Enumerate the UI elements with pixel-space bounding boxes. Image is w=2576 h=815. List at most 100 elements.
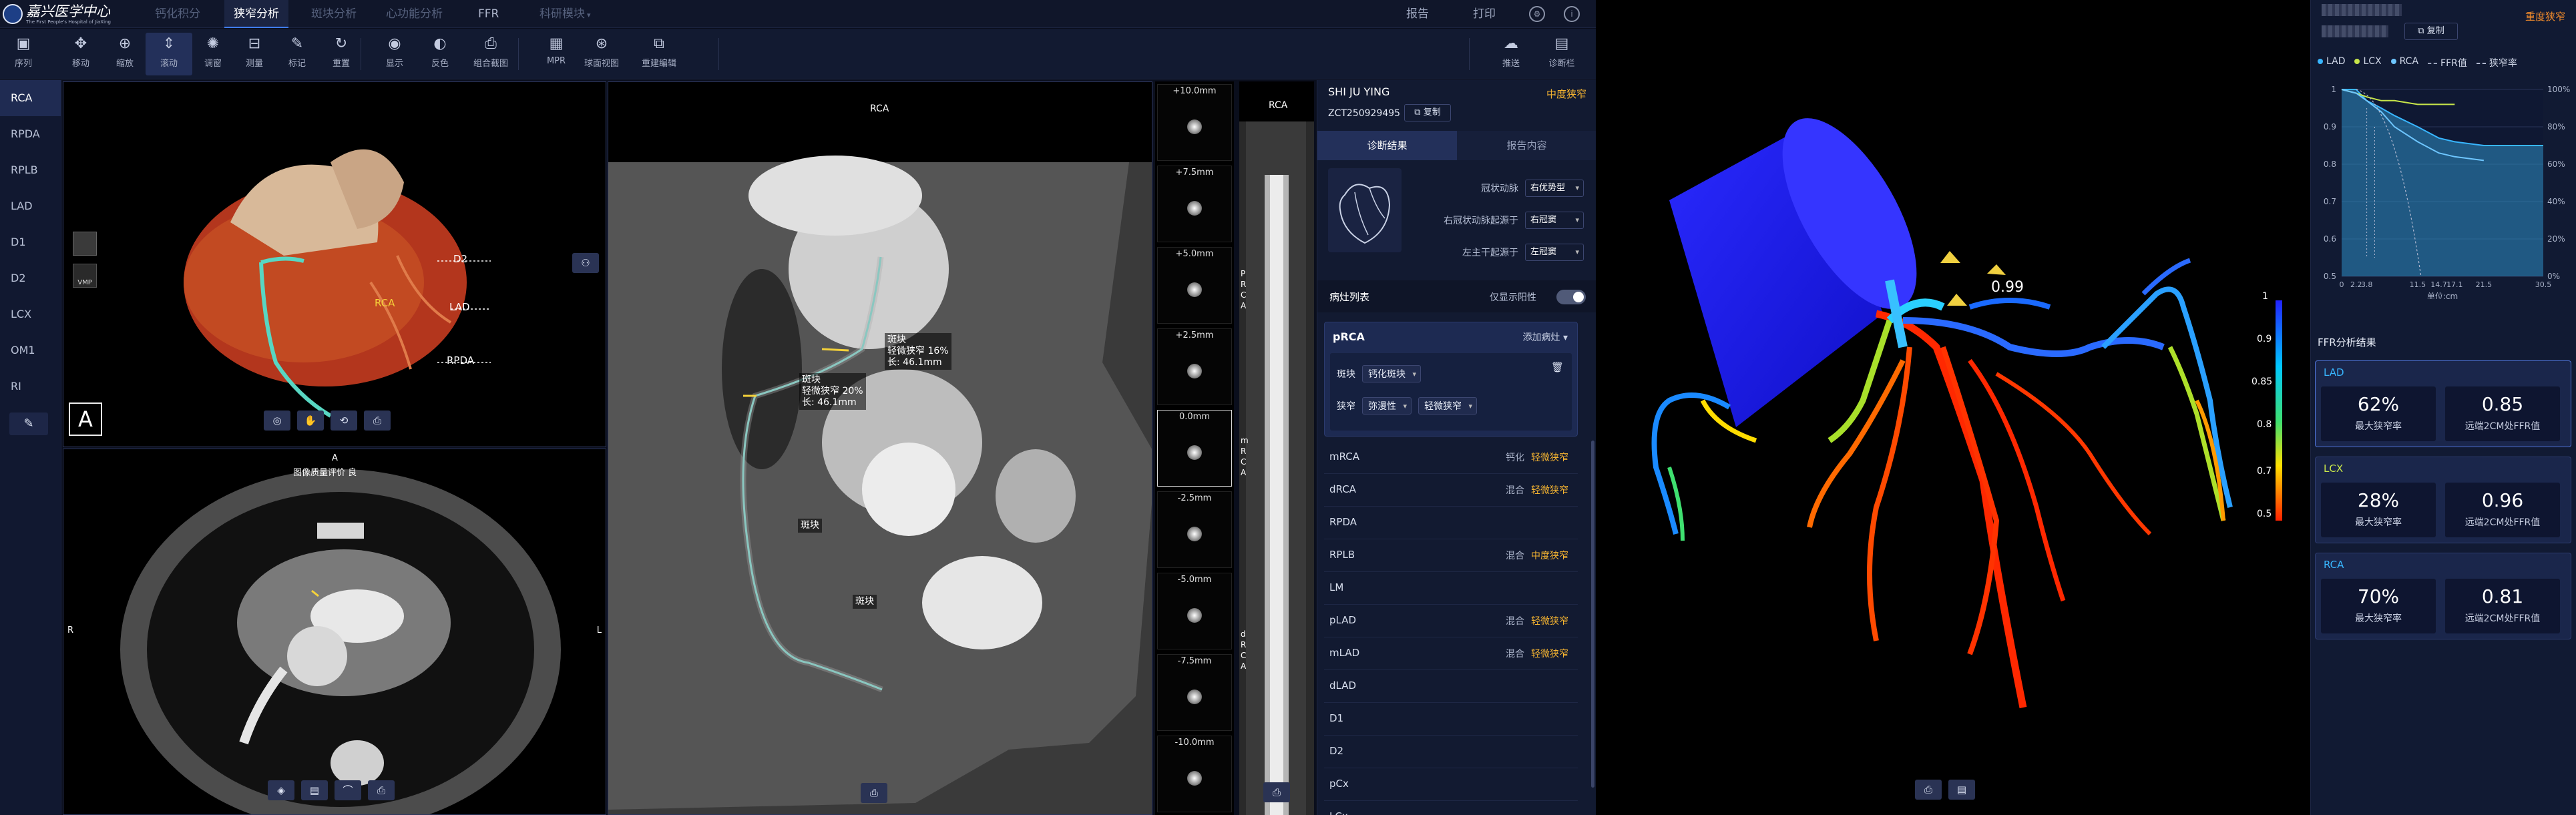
lesion-row[interactable]: LCx [1324,800,1578,815]
add-lesion-button[interactable]: 添加病灶 ▾ [1523,330,1568,344]
copy-id-button[interactable]: ⧉ 复制 [1404,104,1451,121]
vmp-preset-thumbnail[interactable]: VMP [73,264,97,288]
lesion-row[interactable]: RPLB 混合 中度狭窄 [1324,539,1578,572]
vessel-item-d2[interactable]: D2 [0,260,61,296]
vessel-item-om1[interactable]: OM1 [0,332,61,368]
cross-section-slice[interactable]: +5.0mm [1157,247,1232,324]
tab-research[interactable]: 科研模块 ▾ [540,0,593,28]
lesion-row[interactable]: mLAD 混合 轻微狭窄 [1324,637,1578,670]
tab-calcium[interactable]: 钙化积分 [155,0,203,28]
lesion-row[interactable]: pLAD 混合 轻微狭窄 [1324,604,1578,637]
tool-move-button[interactable]: ✥ 移动 [57,33,104,75]
vessel-item-lcx[interactable]: LCX [0,296,61,332]
vessel-item-rca[interactable]: RCA [0,80,61,116]
stretched-viewport[interactable]: RCA P R C A m R C A d R C A ⎙ [1239,81,1314,815]
tool-annotate-button[interactable]: ✎ 标记 [274,33,320,75]
tool-mpr-button[interactable]: ▦ MPR [533,33,580,75]
cpr-print-icon[interactable]: ⎙ [861,783,887,803]
cross-section-slice[interactable]: -7.5mm [1157,654,1232,731]
stack-icon[interactable]: ▤ [301,780,328,800]
tool-diagnose-button[interactable]: ▤ 诊断栏 [1538,33,1585,75]
tool-screenshot-button[interactable]: ⎙ 组合截图 [467,33,514,75]
tool-display-button[interactable]: ◉ 显示 [371,33,418,75]
hand-icon[interactable]: ✋ [297,411,324,431]
info-icon[interactable]: i [1564,6,1580,22]
tool-scroll-button[interactable]: ⇕ 滚动 [146,33,192,75]
tool-push-button[interactable]: ☁ 推送 [1488,33,1534,75]
ffr3d-print-icon[interactable]: ⎙ [1915,780,1942,800]
tool-rebuild-button[interactable]: ⧉ 重建编辑 [636,33,682,75]
pen-edit-icon[interactable]: ✎ [9,413,48,435]
rotate-icon[interactable]: ⟲ [331,411,357,431]
camera-icon[interactable]: ◎ [264,411,290,431]
diag-scrollbar[interactable] [1591,441,1594,788]
cross-section-slice[interactable]: +2.5mm [1157,328,1232,405]
lesion-row[interactable]: LM [1324,571,1578,605]
settings-icon[interactable]: ⚙ [1529,6,1545,22]
lesion-row[interactable]: mRCA 钙化 轻微狭窄 [1324,441,1578,474]
lesion-card-prca[interactable]: pRCA 添加病灶 ▾ 斑块钙化斑块 狭窄弥漫性轻微狭窄 🗑 [1324,322,1578,437]
tab-report-content[interactable]: 报告内容 [1457,131,1596,160]
cross-section-slice[interactable]: +10.0mm [1157,84,1232,161]
ffr-copy-button[interactable]: ⧉ 复制 [2404,23,2458,40]
lesion-row[interactable]: dLAD [1324,669,1578,703]
vessel-item-ri[interactable]: RI [0,368,61,404]
positive-only-toggle[interactable] [1556,290,1586,304]
stenosis-pattern-select[interactable]: 弥漫性 [1362,397,1412,415]
lm-origin-select[interactable]: 左冠窦 [1525,244,1584,261]
lesion-row[interactable]: pCx [1324,768,1578,801]
ffr-3d-viewport[interactable]: 0.99 1 0.9 0.85 0.8 0.7 0.5 ⎙ ▤ [1596,0,2310,815]
cross-section-slice[interactable]: 0.0mm [1157,410,1232,487]
tool-measure-button[interactable]: ⊟ 测量 [231,33,278,75]
print-icon[interactable]: ⎙ [364,411,391,431]
orientation-cube[interactable]: A [69,402,102,436]
rca-origin-select[interactable]: 右冠窦 [1525,212,1584,229]
cross-section-slice[interactable]: -2.5mm [1157,491,1232,568]
legend-item[interactable]: LCX [2354,56,2382,69]
cpr-viewport[interactable]: RCA 斑块 轻微狭窄 16% 长: 46.1mm 斑块 轻微狭窄 20% 长:… [608,81,1152,815]
layers-icon[interactable]: ◈ [268,780,294,800]
plaque-type-select[interactable]: 钙化斑块 [1362,365,1421,383]
vessel-item-lad[interactable]: LAD [0,188,61,224]
ffr-card-lad[interactable]: LAD 62% 最大狭窄率 0.85 远端2CM处FFR值 [2315,360,2571,447]
dominance-select[interactable]: 右优势型 [1525,180,1584,197]
print-link[interactable]: 打印 [1473,0,1496,28]
report-link[interactable]: 报告 [1406,0,1429,28]
tab-cardiac[interactable]: 心功能分析 [386,0,445,28]
tool-sphere-button[interactable]: ⊛ 球面视图 [578,33,625,75]
ffr3d-document-icon[interactable]: ▤ [1948,780,1975,800]
axial-print-icon[interactable]: ⎙ [368,780,395,800]
tool-reset-button[interactable]: ↻ 重置 [318,33,365,75]
lesion-row[interactable]: D1 [1324,702,1578,736]
lesion-row[interactable]: D2 [1324,735,1578,768]
tool-adjust-button[interactable]: ✺ 调窗 [190,33,236,75]
volume-render-viewport[interactable]: D2 LAD RCA RPDA VMP A ⚇ ◎ ✋ ⟲ ⎙ [63,81,606,447]
lesion-row[interactable]: RPDA [1324,506,1578,539]
tab-ffr[interactable]: FFR [478,0,505,28]
lesion-row[interactable]: dRCA 混合 轻微狭窄 [1324,473,1578,507]
legend-item[interactable]: 狭窄率 [2476,56,2517,69]
legend-item[interactable]: RCA [2390,56,2418,69]
stretched-print-icon[interactable]: ⎙ [1263,782,1290,802]
cross-section-slice[interactable]: +7.5mm [1157,166,1232,242]
vr-tool-icon[interactable]: ⚇ [572,253,599,273]
legend-item[interactable]: LAD [2318,56,2345,69]
curve-icon[interactable]: ⌒ [335,780,361,800]
cross-section-slice[interactable]: -5.0mm [1157,573,1232,649]
tab-stenosis[interactable]: 狭窄分析 [224,0,288,28]
axial-viewport[interactable]: A 图像质量评价 良 R L ◈ ▤ ⌒ ⎙ [63,449,606,815]
vessel-item-rpda[interactable]: RPDA [0,116,61,152]
stenosis-grade-select[interactable]: 轻微狭窄 [1418,397,1477,415]
vessel-item-rplb[interactable]: RPLB [0,152,61,188]
tab-diagnosis-result[interactable]: 诊断结果 [1317,131,1457,160]
ffr-card-lcx[interactable]: LCX 28% 最大狭窄率 0.96 远端2CM处FFR值 [2315,457,2571,543]
tool-series-button[interactable]: ▣ 序列 [0,33,47,75]
legend-item[interactable]: FFR值 [2428,56,2467,69]
vr-preset-thumbnail[interactable] [73,232,97,256]
ffr-card-rca[interactable]: RCA 70% 最大狭窄率 0.81 远端2CM处FFR值 [2315,553,2571,639]
tool-zoom-button[interactable]: ⊕ 缩放 [101,33,148,75]
delete-icon[interactable]: 🗑 [1551,361,1564,373]
tool-invert-button[interactable]: ◐ 反色 [417,33,463,75]
vessel-item-d1[interactable]: D1 [0,224,61,260]
tab-plaque[interactable]: 斑块分析 [311,0,359,28]
